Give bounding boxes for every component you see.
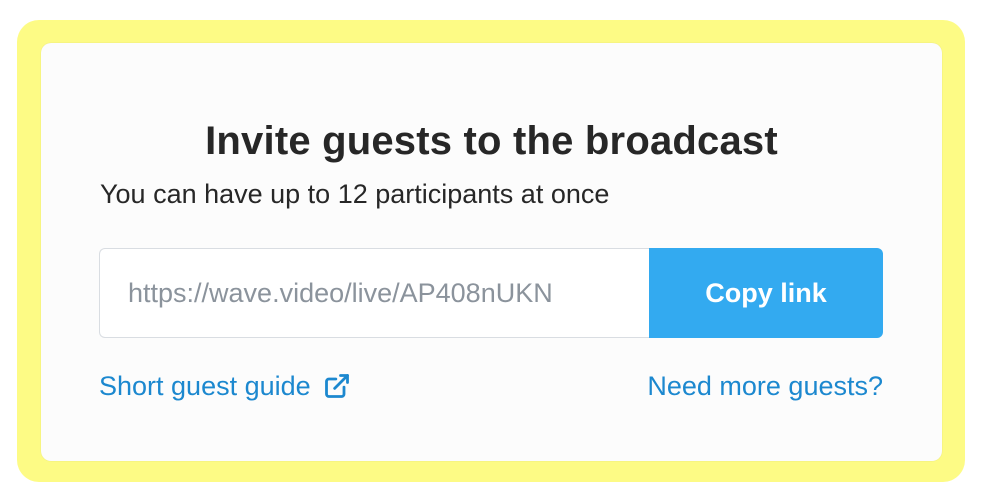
dialog-title: Invite guests to the broadcast [205,119,778,163]
invite-link-field[interactable] [99,248,649,338]
participants-limit-text: You can have up to 12 participants at on… [100,179,610,209]
external-link-icon [324,374,349,398]
invite-guests-dialog: Invite guests to the broadcast You can h… [41,43,942,461]
short-guest-guide-link[interactable]: Short guest guide [99,369,351,403]
need-more-guests-link[interactable]: Need more guests? [647,369,883,403]
short-guest-guide-label: Short guest guide [99,371,311,401]
dialog-links-row: Short guest guide Need more guests? [99,369,883,405]
invite-link-row: Copy link [99,248,883,338]
copy-link-button[interactable]: Copy link [649,248,883,338]
